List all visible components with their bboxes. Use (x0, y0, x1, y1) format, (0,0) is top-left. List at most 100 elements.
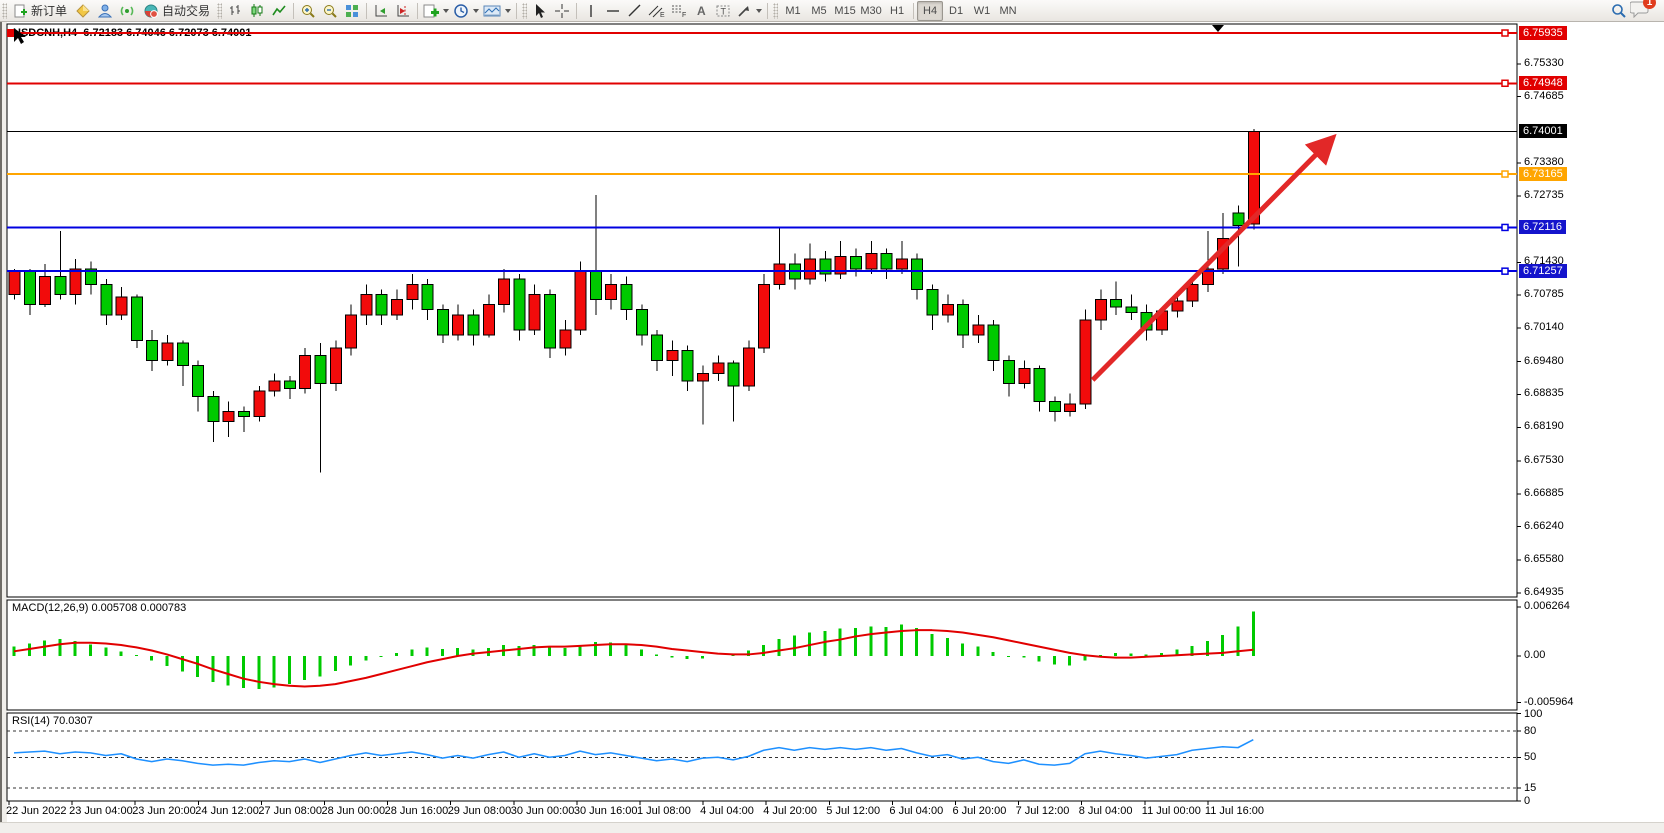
rsi-axis-tick: 100 (1524, 708, 1542, 720)
template-button[interactable] (481, 1, 513, 21)
autotrading-button[interactable]: 自动交易 (138, 1, 215, 21)
price-axis-tick: 6.69480 (1524, 355, 1564, 367)
text-icon: A (693, 3, 709, 19)
time-axis-label: 30 Jun 00:00 (511, 805, 575, 817)
price-axis-tick: 6.66240 (1524, 520, 1564, 532)
bar-chart-button[interactable] (224, 1, 246, 21)
time-axis-label: 11 Jul 00:00 (1142, 805, 1201, 817)
macd-panel[interactable] (7, 600, 1517, 710)
toolbar-grip[interactable] (522, 3, 527, 19)
community-button[interactable] (94, 1, 116, 21)
svg-text:F: F (682, 12, 686, 19)
line-handle[interactable] (1502, 268, 1508, 274)
timeframe-m5-button[interactable]: M5 (806, 1, 832, 21)
timeframe-h1-button[interactable]: H1 (884, 1, 910, 21)
trendline-icon (627, 3, 643, 19)
price-tag: 6.72116 (1519, 220, 1566, 234)
new-order-button[interactable]: 新订单 (9, 1, 72, 21)
vertical-line-button[interactable] (580, 1, 602, 21)
candlestick-chart-button[interactable] (246, 1, 268, 21)
line-handle[interactable] (1502, 224, 1508, 230)
timeframe-w1-button[interactable]: W1 (969, 1, 995, 21)
price-axis-tick: 6.70140 (1524, 321, 1564, 333)
toolbar-separator (576, 3, 577, 19)
price-tag: 6.74001 (1519, 124, 1567, 138)
timeframe-m15-button[interactable]: M15 (832, 1, 858, 21)
line-handle[interactable] (1502, 171, 1508, 177)
time-axis-label: 7 Jul 12:00 (1016, 805, 1070, 817)
time-axis-label: 4 Jul 04:00 (700, 805, 754, 817)
chevron-down-icon (443, 9, 449, 13)
price-tag: 6.75935 (1519, 26, 1567, 40)
cursor-button[interactable] (529, 1, 551, 21)
arrows-button[interactable] (734, 1, 764, 21)
timeframe-h4-button[interactable]: H4 (917, 1, 943, 21)
chart-shift-button[interactable] (392, 1, 414, 21)
toolbar-grip[interactable] (2, 3, 7, 19)
toolbar: 新订单 自动交易 (0, 0, 1664, 22)
time-axis-label: 29 Jun 08:00 (448, 805, 512, 817)
zoom-in-button[interactable] (297, 1, 319, 21)
time-axis-label: 1 Jul 08:00 (637, 805, 691, 817)
chart-window[interactable]: USDCNH,H4 6.72183 6.74046 6.72073 6.7400… (0, 22, 1664, 833)
text-button[interactable]: A (690, 1, 712, 21)
crosshair-icon (554, 3, 570, 19)
channel-button[interactable]: E (646, 1, 668, 21)
rsi-panel[interactable] (7, 713, 1517, 801)
bar-chart-icon (227, 3, 243, 19)
candlestick-series (9, 129, 1259, 472)
tile-windows-icon (344, 3, 360, 19)
timeframe-m1-button[interactable]: M1 (780, 1, 806, 21)
fibonacci-button[interactable]: F (668, 1, 690, 21)
zoom-out-button[interactable] (319, 1, 341, 21)
price-axis-tick: 6.75330 (1524, 57, 1564, 69)
toolbar-separator (913, 3, 914, 19)
mt4-application: 新订单 自动交易 (0, 0, 1664, 833)
chevron-down-icon (756, 9, 762, 13)
market-watch-icon (75, 3, 91, 19)
horizontal-line-button[interactable] (602, 1, 624, 21)
line-handle[interactable] (1502, 30, 1508, 36)
price-tag: 6.71257 (1519, 264, 1567, 278)
chart-canvas[interactable] (0, 22, 1664, 833)
timeframe-d1-button[interactable]: D1 (943, 1, 969, 21)
auto-scroll-icon (373, 3, 389, 19)
timeframe-m30-button[interactable]: M30 (858, 1, 884, 21)
svg-text:E: E (660, 12, 665, 19)
timeframe-mn-button[interactable]: MN (995, 1, 1021, 21)
search-button[interactable] (1608, 1, 1630, 21)
text-label-button[interactable]: T (712, 1, 734, 21)
toolbar-separator (516, 3, 517, 19)
time-axis-label: 6 Jul 20:00 (953, 805, 1007, 817)
time-axis-label: 4 Jul 20:00 (763, 805, 817, 817)
price-axis-tick: 6.64935 (1524, 586, 1564, 598)
chat-button[interactable]: 1 (1630, 0, 1650, 21)
toolbar-grip[interactable] (217, 3, 222, 19)
macd-axis-tick: 0.006264 (1524, 600, 1570, 612)
new-order-icon (14, 4, 28, 18)
trend-arrow[interactable] (1093, 139, 1332, 380)
auto-scroll-button[interactable] (370, 1, 392, 21)
toolbar-separator (293, 3, 294, 19)
trendline-button[interactable] (624, 1, 646, 21)
crosshair-button[interactable] (551, 1, 573, 21)
market-watch-button[interactable] (72, 1, 94, 21)
chart-shift-marker[interactable] (1212, 25, 1224, 32)
timeframe-toolbar: M1M5M15M30H1 H4D1W1MN (780, 1, 1021, 21)
tile-windows-button[interactable] (341, 1, 363, 21)
community-icon (97, 3, 113, 19)
line-handle[interactable] (1502, 80, 1508, 86)
line-chart-button[interactable] (268, 1, 290, 21)
toolbar-grip[interactable] (773, 3, 778, 19)
price-axis-tick: 6.72735 (1524, 189, 1564, 201)
price-axis-tick: 6.65580 (1524, 553, 1564, 565)
signals-button[interactable] (116, 1, 138, 21)
new-chart-button[interactable] (421, 1, 451, 21)
macd-signal-line (14, 630, 1253, 686)
time-axis-label: 24 Jun 12:00 (195, 805, 259, 817)
period-selector-button[interactable] (451, 1, 481, 21)
cursor-icon (532, 3, 548, 19)
price-axis-tick: 6.68190 (1524, 420, 1564, 432)
line-handle[interactable] (7, 29, 15, 37)
macd-series (14, 611, 1253, 688)
